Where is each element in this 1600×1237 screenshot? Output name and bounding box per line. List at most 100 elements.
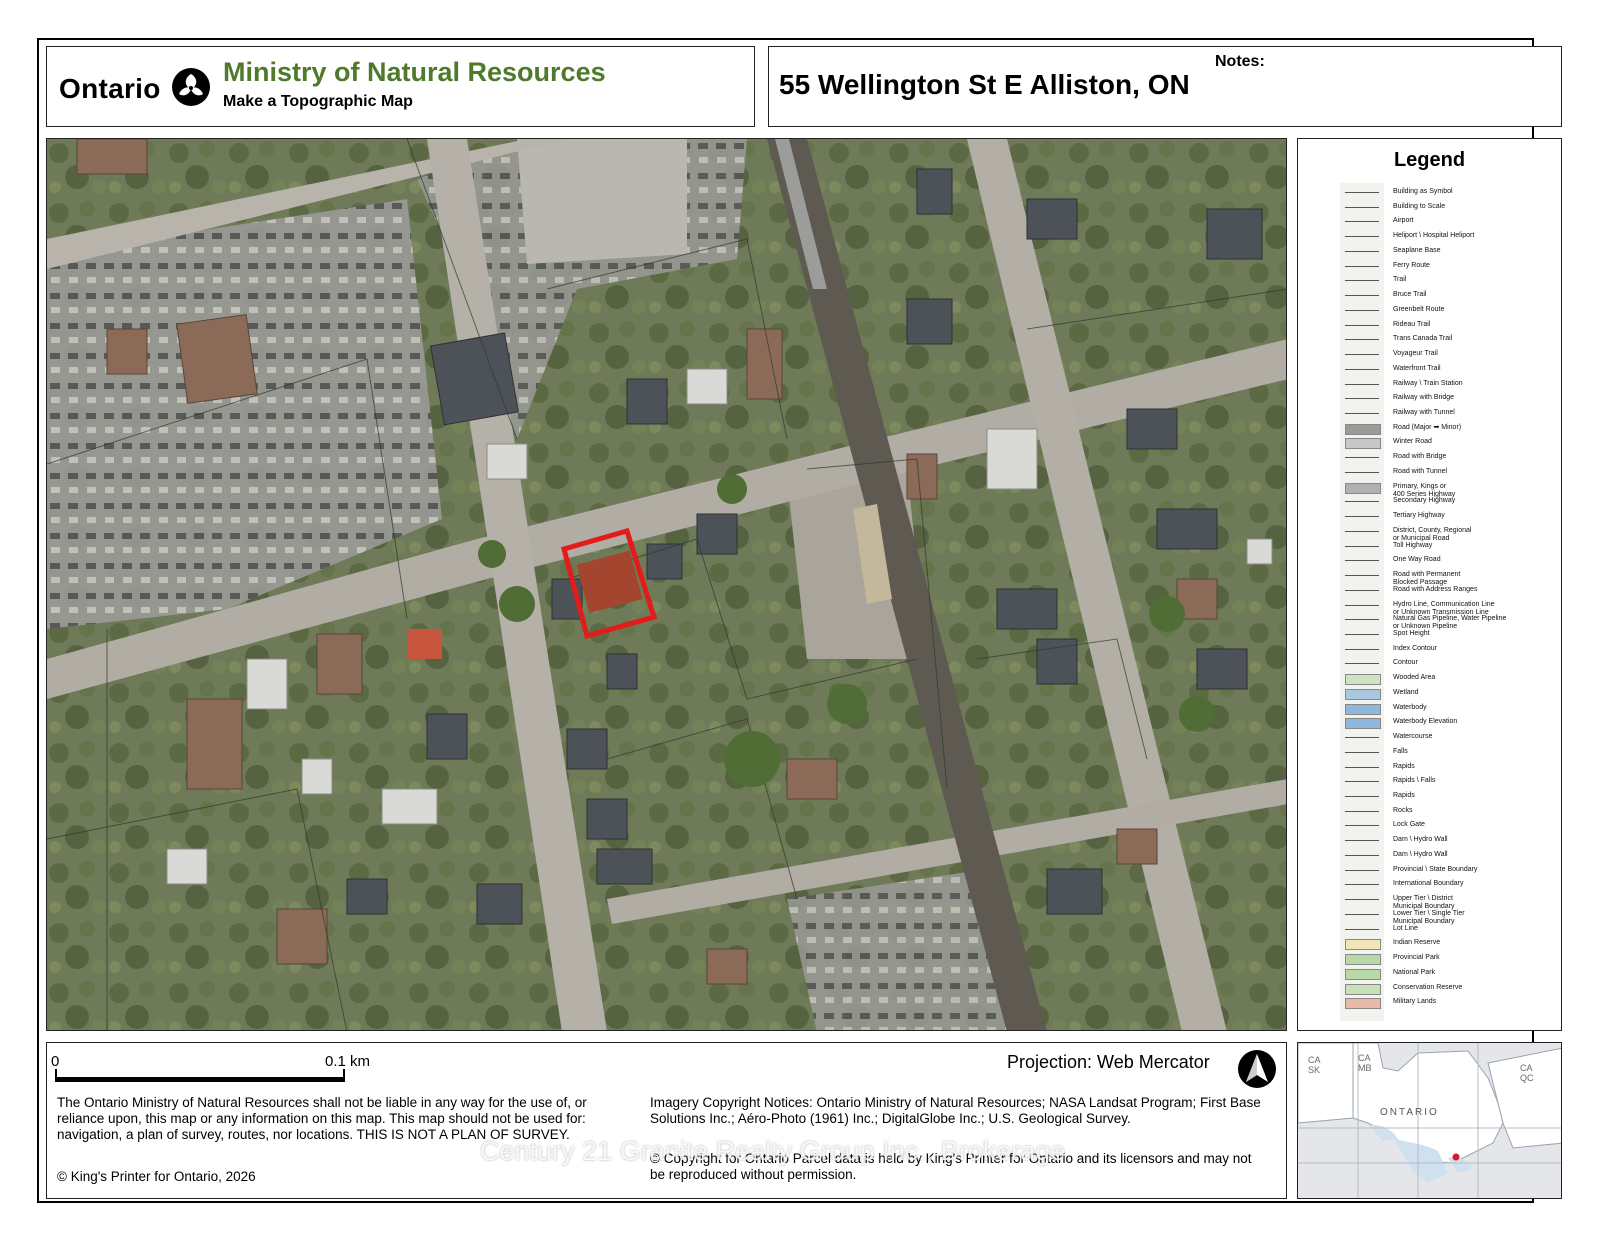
legend-item-label: Rapids <box>1393 763 1415 770</box>
county-road-icon <box>1345 531 1379 532</box>
legend-item-label: Winter Road <box>1393 438 1432 445</box>
address-range-icon <box>1345 590 1379 591</box>
legend-item-label: Ferry Route <box>1393 262 1430 269</box>
inset-label-ontario: ONTARIO <box>1380 1107 1439 1118</box>
international-boundary-icon <box>1345 884 1379 885</box>
rapids-icon <box>1345 767 1379 768</box>
legend-item-label: Trail <box>1393 276 1407 283</box>
legend-item-label: Falls <box>1393 748 1408 755</box>
header-address-panel: 55 Wellington St E Alliston, ON Notes: <box>768 46 1562 127</box>
road-icon <box>1345 424 1381 435</box>
legend-item-label: Road with Tunnel <box>1393 468 1448 475</box>
kings-printer-copyright: © King's Printer for Ontario, 2026 <box>57 1169 256 1184</box>
waterfront-icon <box>1345 369 1379 370</box>
toll-highway-icon <box>1345 546 1379 547</box>
national-park-icon <box>1345 969 1381 980</box>
legend-item-label: Toll Highway <box>1393 542 1433 549</box>
legend-item-label: Rapids <box>1393 792 1415 799</box>
watercourse-icon <box>1345 737 1379 738</box>
legend-item-label: Wooded Area <box>1393 674 1436 681</box>
legend-item-label: Heliport \ Hospital Heliport <box>1393 232 1475 239</box>
provincial-boundary-icon <box>1345 870 1379 871</box>
legend-item-label: Building to Scale <box>1393 203 1446 210</box>
ferry-icon <box>1345 266 1379 267</box>
legend-item-label: Hydro Line, Communication Line or Unknow… <box>1393 601 1495 616</box>
railway-icon <box>1345 384 1379 385</box>
legend-item-label: Road (Major ➡ Minor) <box>1393 424 1462 431</box>
legend-item-label: Rocks <box>1393 807 1413 814</box>
falls-icon <box>1345 752 1379 753</box>
aerial-map[interactable] <box>46 138 1287 1031</box>
inset-label-qc: CA QC <box>1520 1063 1534 1083</box>
legend-item-label: Waterbody <box>1393 704 1427 711</box>
waterbody-icon <box>1345 704 1381 715</box>
one-way-icon <box>1345 560 1379 561</box>
map-subtitle: Make a Topographic Map <box>223 93 413 110</box>
legend-item-label: Airport <box>1393 217 1414 224</box>
legend-panel: Legend Building as Symbol Building to Sca… <box>1297 138 1562 1031</box>
legend-item-label: Contour <box>1393 659 1418 666</box>
legend-item-label: Dam \ Hydro Wall <box>1393 836 1448 843</box>
heliport-icon <box>1345 236 1379 237</box>
scale-start-label: 0 <box>51 1053 60 1070</box>
airport-icon <box>1345 221 1379 222</box>
rideau-icon <box>1345 325 1379 326</box>
legend-item-label: Seaplane Base <box>1393 247 1441 254</box>
rapids-falls-icon <box>1345 781 1379 782</box>
locator-inset-map[interactable]: CA SK CA MB CA QC ONTARIO <box>1297 1042 1562 1199</box>
ministry-title: Ministry of Natural Resources <box>223 57 606 87</box>
location-marker-icon <box>1452 1153 1460 1161</box>
scale-bar <box>55 1077 345 1082</box>
legend-item-label: Conservation Reserve <box>1393 984 1463 991</box>
building-icon <box>1345 207 1379 208</box>
trans-canada-icon <box>1345 339 1379 340</box>
ontario-wordmark: Ontario <box>59 73 161 104</box>
inset-label-sk: CA SK <box>1308 1055 1321 1075</box>
lower-tier-boundary-icon <box>1345 914 1379 915</box>
voyageur-icon <box>1345 354 1379 355</box>
lock-gate-icon <box>1345 825 1379 826</box>
secondary-highway-icon <box>1345 501 1379 502</box>
bruce-trail-icon <box>1345 295 1379 296</box>
legend-item-label: Watercourse <box>1393 733 1433 740</box>
greenbelt-icon <box>1345 310 1379 311</box>
legend-item-label: Railway with Tunnel <box>1393 409 1455 416</box>
military-icon <box>1345 998 1381 1009</box>
hydro-line-icon <box>1345 605 1379 606</box>
legend-item-label: Rapids \ Falls <box>1393 777 1436 784</box>
provincial-park-icon <box>1345 954 1381 965</box>
dot-icon <box>1345 192 1379 193</box>
rocks-icon <box>1345 811 1379 812</box>
property-address: 55 Wellington St E Alliston, ON <box>779 69 1190 100</box>
legend-item-label: Tertiary Highway <box>1393 512 1445 519</box>
aerial-imagery <box>47 139 1286 1030</box>
spot-height-icon <box>1345 634 1379 635</box>
legend-item-label: One Way Road <box>1393 556 1441 563</box>
legend-item-label: Rideau Trail <box>1393 321 1431 328</box>
railway-tunnel-icon <box>1345 413 1379 414</box>
highway-icon <box>1345 483 1381 494</box>
reserve-icon <box>1345 939 1381 950</box>
railway-bridge-icon <box>1345 398 1379 399</box>
inset-label-mb: CA MB <box>1358 1053 1372 1073</box>
seaplane-icon <box>1345 251 1379 252</box>
legend-title: Legend <box>1393 149 1466 171</box>
index-contour-icon <box>1345 649 1379 650</box>
legend-item-label: Waterbody Elevation <box>1393 718 1458 725</box>
legend-item-label: Wetland <box>1393 689 1419 696</box>
trillium-logo-icon <box>172 68 210 106</box>
legend-item-label: International Boundary <box>1393 880 1464 887</box>
dam-icon <box>1345 855 1379 856</box>
map-footer: 0 0.1 km Projection: Web Mercator The On… <box>46 1042 1287 1199</box>
road-bridge-icon <box>1345 457 1379 458</box>
legend-item-label: District, County, Regional or Municipal … <box>1393 527 1472 542</box>
dam-icon <box>1345 840 1379 841</box>
legend-item-label: Provincial \ State Boundary <box>1393 866 1478 873</box>
legend-item-label: Bruce Trail <box>1393 291 1427 298</box>
north-arrow-icon <box>1238 1050 1276 1088</box>
winter-road-icon <box>1345 438 1381 449</box>
waterbody-elevation-icon <box>1345 718 1381 729</box>
legend-item-label: Road with Permanent Blocked Passage <box>1393 571 1461 586</box>
legend-item-label: Primary, Kings or 400 Series Highway <box>1393 483 1456 498</box>
scale-end-label: 0.1 km <box>325 1053 371 1070</box>
